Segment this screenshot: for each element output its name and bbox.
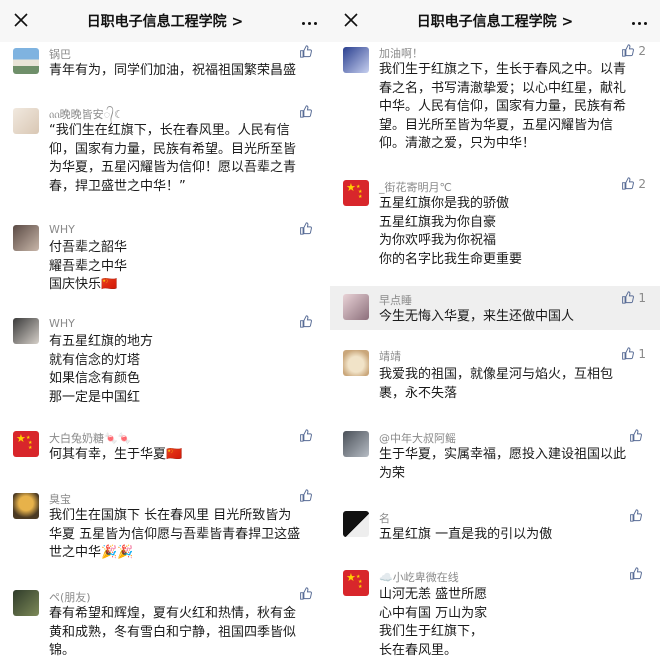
comment-item: WHY 付吾辈之韶华 耀吾辈之中华 国庆快乐🇨🇳 (0, 222, 330, 314)
like-button[interactable] (616, 567, 646, 583)
thumbs-up-icon (300, 45, 312, 58)
top-bar: 日职电子信息工程学院 > (0, 0, 330, 42)
like-button[interactable]: 1 (616, 347, 646, 363)
close-icon[interactable] (10, 9, 32, 31)
avatar[interactable] (13, 225, 39, 251)
commenter-name[interactable]: WHY (49, 223, 75, 236)
comment-item: ★ ★ ★ ★ 大白兔奶糖🍬🍬 何其有幸，生于华夏🇨🇳 (0, 426, 330, 486)
avatar[interactable] (343, 47, 369, 73)
thumbs-up-icon (622, 177, 635, 190)
like-button[interactable] (286, 45, 316, 61)
comment-text: 我爱我的祖国，就像星河与焰火，互相包 裹，永不失落 (379, 367, 614, 401)
comment-text: 青年有为，同学们加油，祝福祖国繁荣昌盛 (49, 63, 297, 78)
close-icon[interactable] (340, 9, 362, 31)
like-button[interactable] (286, 222, 316, 238)
avatar[interactable] (343, 431, 369, 457)
commenter-name[interactable]: 名 (379, 510, 390, 526)
comment-text: 我们生在国旗下 长在春风里 目光所致皆为 华夏 五星皆为信仰愿与吾辈皆青春捍卫这… (49, 508, 301, 560)
commenter-name[interactable]: ☁️小屹卑微在线 (379, 569, 459, 585)
comment-text: “我们生在红旗下，长在春风里。人民有信 仰，国家有力量，民族有希望。目光所至皆 … (49, 123, 297, 194)
commenter-name[interactable]: 锅巴 (49, 46, 71, 62)
thumbs-up-icon (300, 587, 312, 600)
comment-item: ★ ★ ★ ★ _街花寄明月℃ 2 五星红旗你是我的骄傲 五星红旗我为你自豪 为… (330, 176, 660, 286)
like-button[interactable] (286, 429, 316, 445)
comment-text: 付吾辈之韶华 耀吾辈之中华 国庆快乐🇨🇳 (49, 240, 128, 292)
like-count: 1 (638, 347, 646, 361)
commenter-name[interactable]: 加油啊！ (379, 45, 423, 61)
avatar[interactable]: ★ ★ ★ ★ (343, 570, 369, 596)
avatar[interactable] (13, 590, 39, 616)
like-count: 2 (638, 44, 646, 58)
commenter-name[interactable]: 大白兔奶糖🍬🍬 (49, 430, 131, 446)
thumbs-up-icon (300, 105, 312, 118)
right-panel: 日职电子信息工程学院 > 加油啊！ 2 我们生于红旗之下，生长于春风之中。以青 … (330, 0, 660, 659)
commenter-name[interactable]: WHY (49, 317, 75, 330)
comment-text: 生于华夏，实属幸福，愿投入建设祖国以此 为荣 (379, 447, 627, 481)
comment-item: 锅巴 青年有为，同学们加油，祝福祖国繁荣昌盛 (0, 42, 330, 102)
comment-text: 春有希望和辉煌，夏有火红和热情，秋有金 黄和成熟，冬有雪白和宁静，祖国四季皆似 … (49, 606, 297, 658)
comment-text: 五星红旗 一直是我的引以为傲 (379, 527, 553, 542)
top-bar: 日职电子信息工程学院 > (330, 0, 660, 42)
comment-text: 五星红旗你是我的骄傲 五星红旗我为你自豪 为你欢呼我为你祝福 你的名字比我生命更… (379, 196, 523, 267)
commenter-name[interactable]: @中年大叔阿鳐 (379, 430, 456, 446)
like-button[interactable]: 1 (616, 291, 646, 307)
comment-item: 早点睡 1 今生无悔入华夏，来生还做中国人 (330, 286, 660, 330)
comment-item: @中年大叔阿鳐 生于华夏，实属幸福，愿投入建设祖国以此 为荣 (330, 426, 660, 506)
like-button[interactable] (616, 429, 646, 445)
like-button[interactable]: 2 (616, 44, 646, 60)
left-panel: 日职电子信息工程学院 > 锅巴 青年有为，同学们加油，祝福祖国繁荣昌盛 ᦶ晚晚皆… (0, 0, 330, 659)
thumbs-up-icon (300, 222, 312, 235)
thumbs-up-icon (622, 347, 635, 360)
comment-text: 我们生于红旗之下，生长于春风之中。以青 春之名，书写清澈挚爱；以心中红星，献礼 … (379, 62, 627, 151)
avatar[interactable] (13, 493, 39, 519)
thumbs-up-icon (630, 509, 642, 522)
comment-item: 靖靖 1 我爱我的祖国，就像星河与焰火，互相包 裹，永不失落 (330, 342, 660, 426)
thumbs-up-icon (300, 315, 312, 328)
thumbs-up-icon (622, 291, 635, 304)
comment-item: 臭宝 我们生在国旗下 长在春风里 目光所致皆为 华夏 五星皆为信仰愿与吾辈皆青春… (0, 486, 330, 586)
comment-item: 名 五星红旗 一直是我的引以为傲 (330, 506, 660, 566)
avatar[interactable] (343, 294, 369, 320)
page-title[interactable]: 日职电子信息工程学院 > (368, 11, 622, 31)
avatar[interactable]: ★ ★ ★ ★ (13, 431, 39, 457)
comment-item: ★ ★ ★ ★ ☁️小屹卑微在线 山河无恙 盛世所愿 心中有国 万山为家 我们生… (330, 566, 660, 659)
like-button[interactable] (286, 587, 316, 603)
commenter-name[interactable]: 靖靖 (379, 348, 401, 364)
thumbs-up-icon (300, 489, 312, 502)
avatar[interactable] (343, 350, 369, 376)
avatar[interactable] (343, 511, 369, 537)
commenter-name[interactable]: 臭宝 (49, 491, 71, 507)
comment-item: WHY 有五星红旗的地方 就有信念的灯塔 如果信念有颜色 那一定是中国红 (0, 314, 330, 426)
more-icon[interactable] (628, 10, 650, 32)
page-title[interactable]: 日职电子信息工程学院 > (38, 11, 292, 31)
like-button[interactable] (616, 509, 646, 525)
avatar[interactable]: ★ ★ ★ ★ (343, 180, 369, 206)
thumbs-up-icon (300, 429, 312, 442)
thumbs-up-icon (630, 429, 642, 442)
avatar[interactable] (13, 48, 39, 74)
comment-text: 今生无悔入华夏，来生还做中国人 (379, 309, 575, 324)
more-icon[interactable] (298, 10, 320, 32)
like-count: 2 (638, 177, 646, 191)
thumbs-up-icon (630, 567, 642, 580)
comment-item: ペ(朋友) 春有希望和辉煌，夏有火红和热情，秋有金 黄和成熟，冬有雪白和宁静，祖… (0, 586, 330, 659)
avatar[interactable] (13, 318, 39, 344)
comment-text: 有五星红旗的地方 就有信念的灯塔 如果信念有颜色 那一定是中国红 (49, 334, 154, 405)
commenter-name[interactable]: _街花寄明月℃ (379, 179, 452, 195)
comment-item: ᦶ晚晚皆安᭄☾ “我们生在红旗下，长在春风里。人民有信 仰，国家有力量，民族有希… (0, 102, 330, 222)
commenter-name[interactable]: 早点睡 (379, 292, 412, 308)
comment-item: 加油啊！ 2 我们生于红旗之下，生长于春风之中。以青 春之名，书写清澈挚爱；以心… (330, 42, 660, 176)
avatar[interactable] (13, 108, 39, 134)
like-button[interactable]: 2 (616, 177, 646, 193)
like-count: 1 (638, 291, 646, 305)
like-button[interactable] (286, 315, 316, 331)
like-button[interactable] (286, 105, 316, 121)
commenter-name[interactable]: ペ(朋友) (49, 589, 91, 605)
comment-text: 何其有幸，生于华夏🇨🇳 (49, 447, 183, 462)
like-button[interactable] (286, 489, 316, 505)
comment-text: 山河无恙 盛世所愿 心中有国 万山为家 我们生于红旗下， 长在春风里。 (379, 587, 488, 658)
thumbs-up-icon (622, 44, 635, 57)
